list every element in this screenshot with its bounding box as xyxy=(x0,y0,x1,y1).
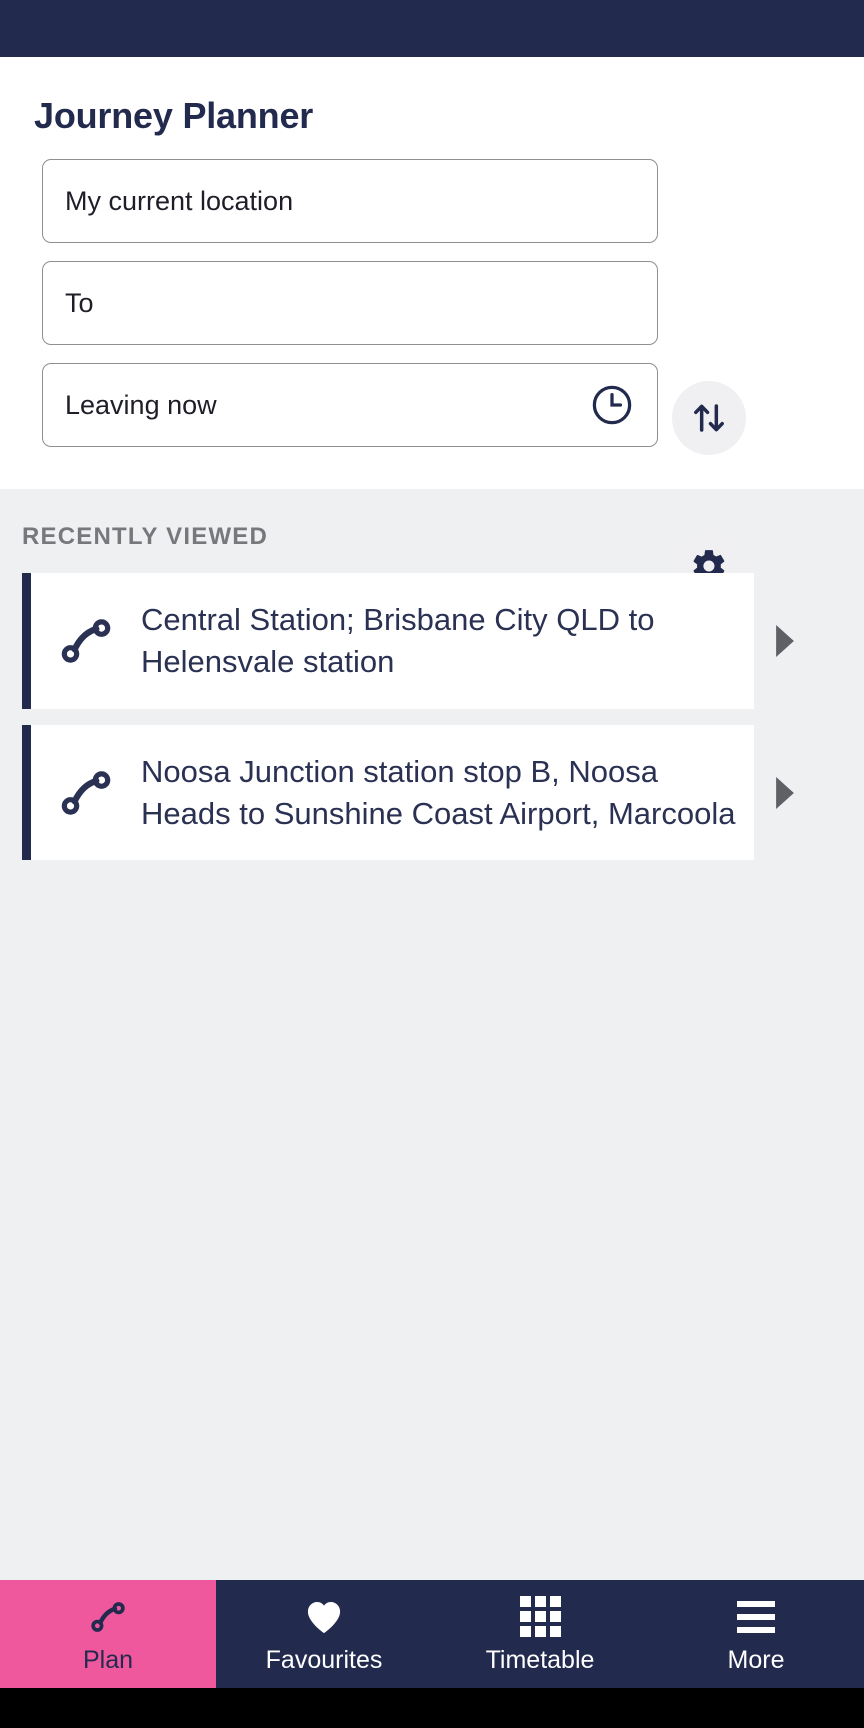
nav-item-timetable[interactable]: Timetable xyxy=(432,1580,648,1688)
heart-icon xyxy=(303,1596,345,1638)
nav-item-more[interactable]: More xyxy=(648,1580,864,1688)
nav-label-more: More xyxy=(727,1645,785,1674)
destination-field-placeholder: To xyxy=(65,287,94,318)
recent-journey-label: Noosa Junction station stop B, Noosa Hea… xyxy=(141,753,736,831)
origin-field-value: My current location xyxy=(65,185,294,216)
home-indicator xyxy=(0,1688,864,1728)
journey-route-icon xyxy=(86,1596,130,1638)
hamburger-icon xyxy=(737,1596,775,1638)
status-bar xyxy=(0,0,864,57)
chevron-right-icon[interactable] xyxy=(770,624,800,657)
nav-label-timetable: Timetable xyxy=(485,1645,595,1674)
recent-journey-item[interactable]: Noosa Junction station stop B, Noosa Hea… xyxy=(22,724,794,861)
time-field-value: Leaving now xyxy=(65,389,217,420)
journey-route-icon xyxy=(31,762,141,824)
page-title: Journey Planner xyxy=(34,95,314,136)
time-field[interactable]: Leaving now xyxy=(42,363,658,447)
recent-journey-label: Central Station; Brisbane City QLD to He… xyxy=(141,602,655,679)
nav-item-favourites[interactable]: Favourites xyxy=(216,1580,432,1688)
journey-inputs: My current location To Leaving now xyxy=(0,159,864,603)
nav-label-plan: Plan xyxy=(82,1645,134,1674)
recently-viewed-section: RECENTLY VIEWED Central Station; Brisban… xyxy=(0,489,864,1580)
swap-direction-button[interactable] xyxy=(672,381,746,455)
destination-field[interactable]: To xyxy=(42,261,658,345)
origin-field[interactable]: My current location xyxy=(42,159,658,243)
nav-item-plan[interactable]: Plan xyxy=(0,1580,216,1688)
chevron-right-icon[interactable] xyxy=(770,776,800,809)
swap-vertical-icon xyxy=(694,404,724,432)
clock-icon[interactable] xyxy=(589,382,635,428)
app-screen: Journey Planner My current location To L… xyxy=(0,0,864,1728)
nav-label-favourites: Favourites xyxy=(265,1645,383,1674)
journey-planner-panel: Journey Planner My current location To L… xyxy=(0,57,864,603)
bottom-navigation: Plan Favourites Timetable More xyxy=(0,1580,864,1688)
grid-icon xyxy=(519,1596,561,1638)
recent-journey-item[interactable]: Central Station; Brisbane City QLD to He… xyxy=(22,573,794,709)
journey-route-icon xyxy=(31,610,141,672)
